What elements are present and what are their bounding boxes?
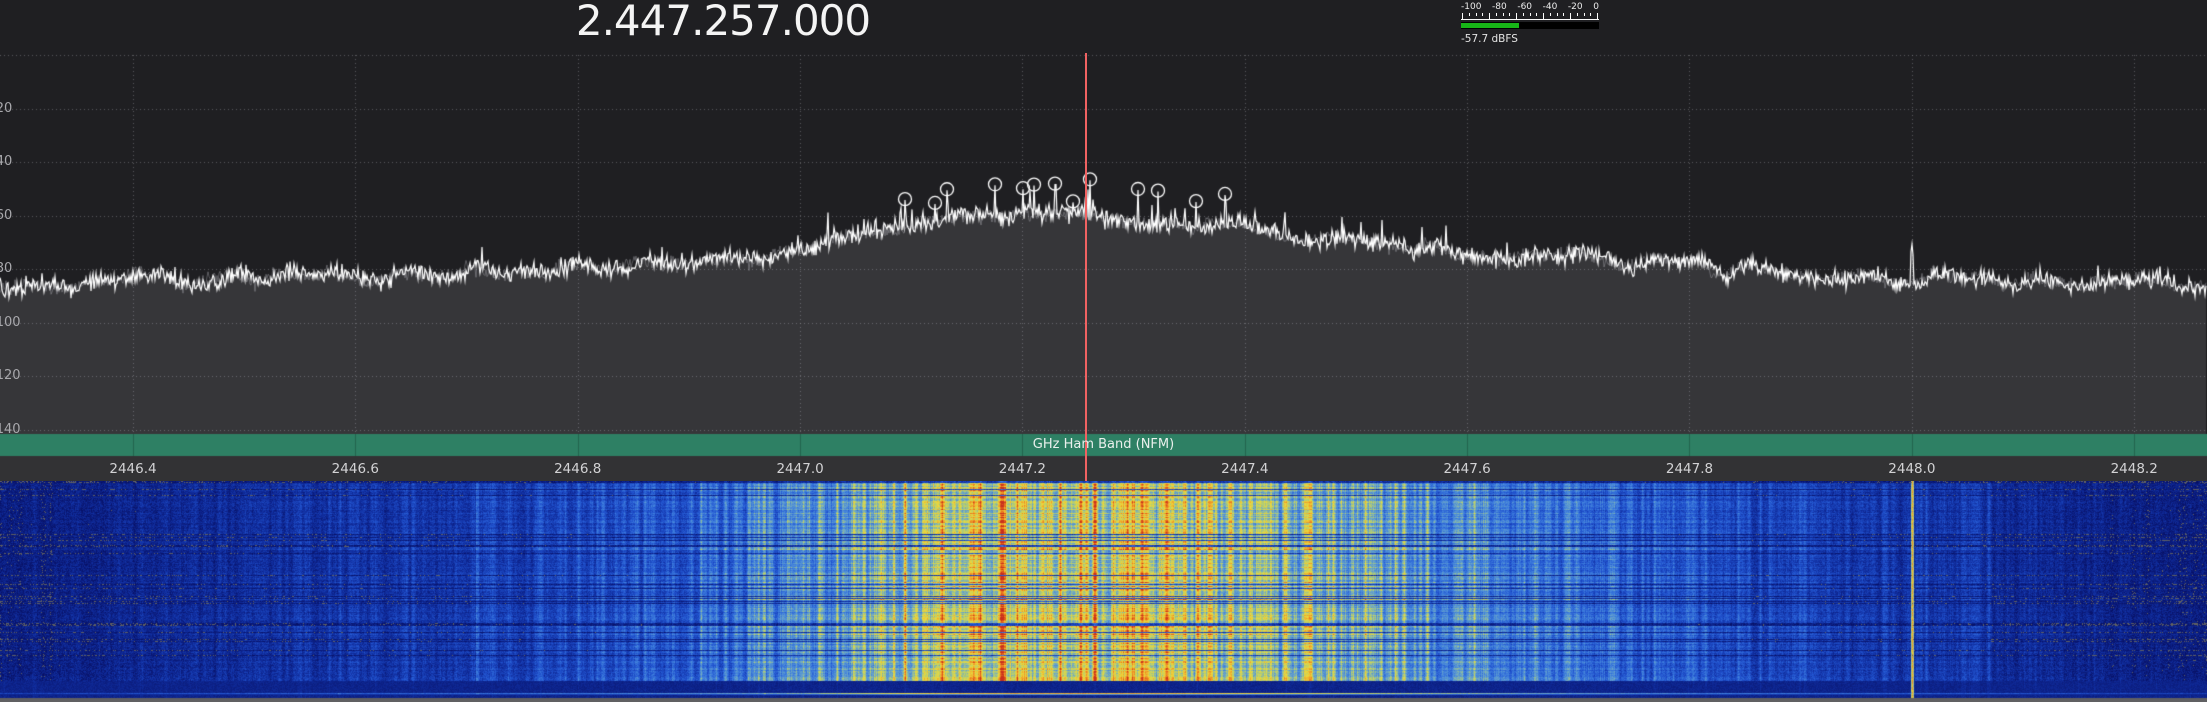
db-axis-label: -40 (0, 154, 31, 169)
db-axis-label: -60 (0, 208, 31, 223)
spectrum-plot[interactable] (0, 0, 2207, 481)
meter-tick (1550, 13, 1551, 16)
meter-scale-label: -80 (1492, 2, 1507, 12)
frequency-display[interactable]: 2.447.257.000 (558, 0, 888, 45)
meter-tick (1577, 13, 1578, 16)
frequency-axis-label: 2446.8 (554, 461, 601, 477)
sdr-app-window: 2.447.257.000 -100 -80 -60 -40 -20 0 -57.7 dB… (0, 0, 2207, 702)
meter-value: -57.7 dBFS (1461, 33, 1599, 45)
frequency-axis-label: 2448.2 (2111, 461, 2158, 477)
meter-tick (1462, 13, 1463, 19)
db-axis-label: -20 (0, 101, 31, 116)
meter-tick (1509, 13, 1510, 16)
meter-bar-fill (1461, 23, 1519, 28)
db-axis-label: -120 (0, 368, 31, 383)
frequency-axis-label: 2446.4 (109, 461, 156, 477)
frequency-axis-label: 2447.2 (999, 461, 1046, 477)
meter-ticks (1461, 13, 1599, 20)
meter-tick (1590, 13, 1591, 16)
frequency-axis-label: 2447.0 (776, 461, 823, 477)
meter-tick (1496, 13, 1497, 16)
meter-scale-label: -100 (1461, 2, 1481, 12)
meter-tick (1536, 13, 1537, 16)
meter-scale-label: -20 (1568, 2, 1583, 12)
meter-scale-label: -60 (1517, 2, 1532, 12)
meter-tick (1489, 13, 1490, 19)
meter-tick (1523, 13, 1524, 16)
db-axis-label: -100 (0, 315, 31, 330)
meter-scale: -100 -80 -60 -40 -20 0 (1461, 2, 1599, 12)
meter-tick (1543, 13, 1544, 19)
meter-tick (1597, 13, 1598, 19)
db-axis-label: -140 (0, 422, 31, 437)
meter-tick (1503, 13, 1504, 16)
meter-bar (1461, 22, 1599, 29)
meter-tick (1570, 13, 1571, 19)
meter-tick (1557, 13, 1558, 16)
meter-tick (1563, 13, 1564, 16)
meter-tick (1469, 13, 1470, 16)
meter-tick (1530, 13, 1531, 16)
meter-tick (1482, 13, 1483, 16)
meter-tick (1476, 13, 1477, 16)
signal-level-meter: -100 -80 -60 -40 -20 0 -57.7 dBFS (1461, 2, 1599, 45)
meter-tick (1584, 13, 1585, 16)
frequency-axis-label: 2448.0 (1888, 461, 1935, 477)
tuning-line[interactable] (1085, 53, 1087, 481)
frequency-axis-label: 2447.8 (1666, 461, 1713, 477)
frequency-axis-label: 2446.6 (332, 461, 379, 477)
meter-scale-label: 0 (1593, 2, 1599, 12)
meter-tick (1516, 13, 1517, 19)
db-axis-label: -80 (0, 261, 31, 276)
waterfall-display[interactable] (0, 481, 2207, 702)
frequency-axis-label: 2447.6 (1443, 461, 1490, 477)
frequency-axis-label: 2447.4 (1221, 461, 1268, 477)
meter-scale-label: -40 (1543, 2, 1558, 12)
